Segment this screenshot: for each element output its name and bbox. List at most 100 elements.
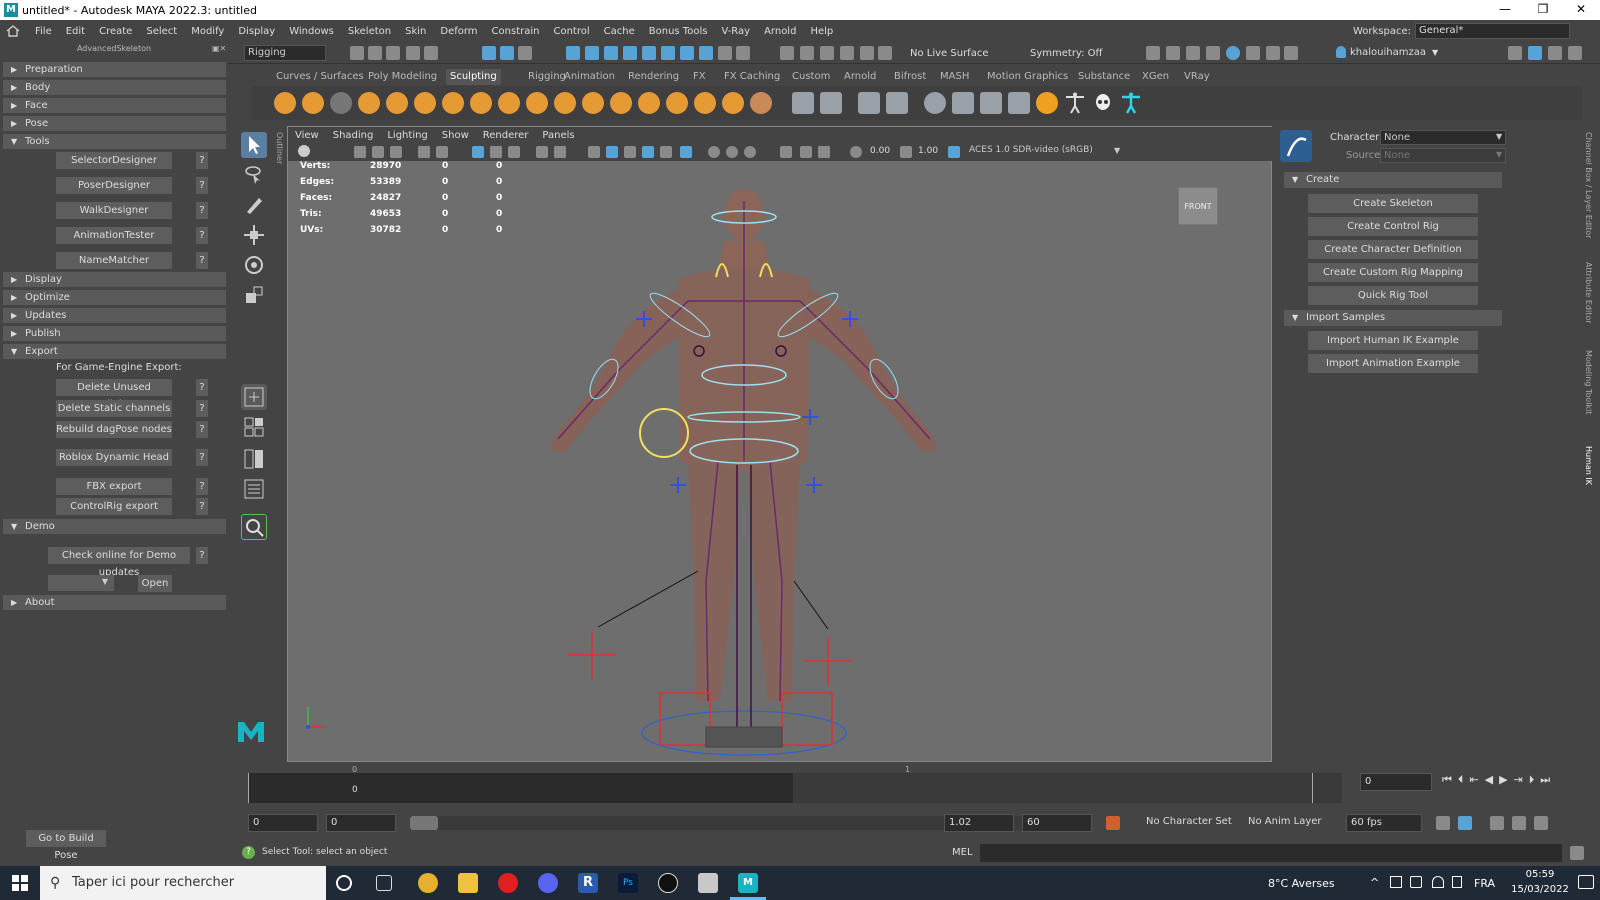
- hypershade-icon[interactable]: [860, 46, 874, 60]
- language-indicator[interactable]: FRA: [1474, 877, 1495, 890]
- section-display[interactable]: ▶ Display: [3, 272, 226, 287]
- panel-layout-icon[interactable]: [1146, 46, 1160, 60]
- close-button[interactable]: ✕: [1562, 0, 1600, 20]
- roblox-dynamic-head-button[interactable]: Roblox Dynamic Head: [56, 449, 172, 466]
- section-pose[interactable]: ▶ Pose: [3, 116, 226, 131]
- spray-tool-icon[interactable]: [470, 92, 492, 114]
- 2d-pan-icon[interactable]: [418, 146, 430, 158]
- camera-icon[interactable]: [1206, 46, 1220, 60]
- help-button[interactable]: ?: [196, 421, 208, 438]
- help-button[interactable]: ?: [196, 379, 208, 396]
- section-publish[interactable]: ▶ Publish: [3, 326, 226, 341]
- rotate-tool-icon[interactable]: [241, 252, 267, 278]
- shelf-tab-bifrost[interactable]: Bifrost: [894, 69, 926, 85]
- skull-icon[interactable]: [1092, 92, 1114, 114]
- scene-character[interactable]: [288, 161, 1273, 761]
- new-scene-icon[interactable]: [350, 46, 364, 60]
- open-scene-icon[interactable]: [368, 46, 382, 60]
- layers-tool-icon[interactable]: [980, 92, 1002, 114]
- shelf-tab-curves-surfaces[interactable]: Curves / Surfaces: [276, 69, 364, 85]
- sphere-tool-icon[interactable]: [924, 92, 946, 114]
- channel-box-icon[interactable]: [1568, 46, 1582, 60]
- section-demo[interactable]: ▼ Demo: [3, 519, 226, 534]
- camera-bookmark-icon[interactable]: [858, 92, 880, 114]
- notifications-icon[interactable]: [1578, 875, 1594, 889]
- tab-attribute-editor[interactable]: Attribute Editor: [1584, 262, 1593, 324]
- camera-attributes-icon[interactable]: [354, 146, 366, 158]
- save-scene-icon[interactable]: [386, 46, 400, 60]
- snap-vertex-icon[interactable]: [661, 46, 675, 60]
- eraser-tool-icon[interactable]: [1008, 92, 1030, 114]
- wax-tool-icon[interactable]: [554, 92, 576, 114]
- vp-menu-lighting[interactable]: Lighting: [380, 130, 434, 141]
- animation-preferences-icon[interactable]: [1512, 816, 1526, 830]
- menu-create[interactable]: Create: [92, 26, 139, 37]
- snap-edge-icon[interactable]: [680, 46, 694, 60]
- outliner-strip[interactable]: Outliner: [273, 128, 287, 764]
- xray-icon[interactable]: [660, 146, 672, 158]
- current-frame-field[interactable]: 0: [1360, 773, 1432, 791]
- anti-aliasing-icon[interactable]: [800, 146, 812, 158]
- maya-taskbar-icon[interactable]: M: [738, 873, 758, 893]
- field-chart-icon[interactable]: [554, 146, 566, 158]
- shelf-tab-arnold[interactable]: Arnold: [844, 69, 876, 85]
- create-skeleton-button[interactable]: Create Skeleton: [1308, 194, 1478, 213]
- menu-display[interactable]: Display: [231, 26, 282, 37]
- imprint-tool-icon[interactable]: [526, 92, 548, 114]
- snap-grid-icon[interactable]: [566, 46, 580, 60]
- wireframe-icon[interactable]: [588, 146, 600, 158]
- history-icon[interactable]: [780, 46, 794, 60]
- float-panel-icon[interactable]: ▣✕: [212, 44, 226, 53]
- menu-help[interactable]: Help: [803, 26, 840, 37]
- shelf-tab-xgen[interactable]: XGen: [1142, 69, 1169, 85]
- section-about[interactable]: ▶ About: [3, 595, 226, 610]
- color-space-dropdown[interactable]: ACES 1.0 SDR-video (sRGB): [966, 144, 1126, 159]
- task-view-icon[interactable]: [376, 875, 392, 891]
- uv-grid-icon[interactable]: [820, 92, 842, 114]
- bulge-tool-icon[interactable]: [694, 92, 716, 114]
- menu-skin[interactable]: Skin: [398, 26, 433, 37]
- gamma-icon[interactable]: [900, 146, 912, 158]
- menu-edit[interactable]: Edit: [59, 26, 92, 37]
- image-plane-icon[interactable]: [390, 146, 402, 158]
- shelf-tab-motion-graphics[interactable]: Motion Graphics: [987, 69, 1068, 85]
- pause-icon[interactable]: [1284, 46, 1298, 60]
- walk-designer-button[interactable]: WalkDesigner: [56, 202, 172, 219]
- help-button[interactable]: ?: [196, 252, 208, 269]
- shelf-tab-custom[interactable]: Custom: [792, 69, 830, 85]
- vp-menu-view[interactable]: View: [288, 130, 326, 141]
- animation-tester-button[interactable]: AnimationTester: [56, 227, 172, 244]
- play-backwards-icon[interactable]: ◀: [1485, 773, 1493, 787]
- key-ticks-icon[interactable]: [1458, 816, 1472, 830]
- create-section[interactable]: ▼ Create: [1284, 172, 1502, 188]
- section-body[interactable]: ▶ Body: [3, 80, 226, 95]
- settings-icon[interactable]: [1534, 816, 1548, 830]
- animation-end-field[interactable]: 60: [1022, 814, 1092, 832]
- shelf-tab-substance[interactable]: Substance: [1078, 69, 1130, 85]
- arnold-render-icon[interactable]: [1226, 46, 1240, 60]
- attribute-editor-icon[interactable]: [1528, 46, 1542, 60]
- quick-rig-tool-button[interactable]: Quick Rig Tool: [1308, 286, 1478, 305]
- amplify-tool-icon[interactable]: [722, 92, 744, 114]
- taskbar-search-input[interactable]: ⚲ Taper ici pour rechercher: [40, 866, 326, 900]
- tab-channel-box[interactable]: Channel Box / Layer Editor: [1584, 132, 1593, 239]
- live-surface-label[interactable]: No Live Surface: [910, 48, 988, 59]
- select-tool-icon[interactable]: [241, 132, 267, 158]
- clock-date[interactable]: 15/03/2022: [1510, 884, 1570, 895]
- section-preparation[interactable]: ▶ Preparation: [3, 62, 226, 77]
- shelf-tab-rigging[interactable]: Rigging: [528, 69, 566, 85]
- fps-dropdown[interactable]: 60 fps: [1346, 814, 1422, 832]
- loop-icon[interactable]: [1436, 816, 1450, 830]
- shelf-tab-rendering[interactable]: Rendering: [628, 69, 679, 85]
- select-object-icon[interactable]: [500, 46, 514, 60]
- menu-cache[interactable]: Cache: [597, 26, 642, 37]
- time-slider[interactable]: 0 1 0 0 ⏮ ⏴ ⇤ ◀ ▶ ⇥ ⏵ ⏭: [236, 765, 1600, 803]
- minimize-button[interactable]: —: [1486, 0, 1524, 20]
- menu-control[interactable]: Control: [546, 26, 596, 37]
- tab-modeling-toolkit[interactable]: Modeling Toolkit: [1584, 350, 1593, 414]
- tab-human-ik[interactable]: Human IK: [1584, 446, 1593, 485]
- controlrig-export-button[interactable]: ControlRig export: [56, 498, 172, 515]
- lights-icon[interactable]: [708, 146, 720, 158]
- help-button[interactable]: ?: [196, 400, 208, 417]
- playback-start-field[interactable]: 0: [326, 814, 396, 832]
